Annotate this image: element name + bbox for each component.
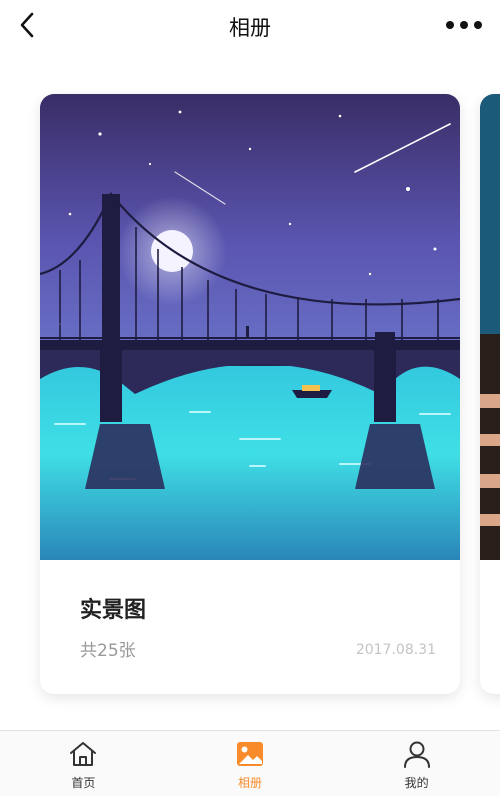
album-photo-count: 共25张: [80, 641, 136, 661]
album-date: 2017.08.31: [355, 642, 436, 658]
album-carousel: 实景图 共25张 2017.08.31: [0, 52, 500, 730]
album-icon: [237, 742, 263, 766]
album-card[interactable]: 实景图 共25张 2017.08.31: [40, 94, 460, 694]
nav-bar: 相册: [0, 0, 500, 52]
tab-home-label: 首页: [71, 776, 96, 790]
next-album-card-peek[interactable]: [480, 94, 500, 694]
tab-album-label: 相册: [238, 776, 263, 790]
album-card-footer: 实景图 共25张 2017.08.31: [40, 560, 460, 694]
page-title: 相册: [229, 16, 271, 40]
tab-profile-label: 我的: [404, 776, 429, 790]
more-dots-icon: [446, 21, 454, 29]
more-button[interactable]: [446, 12, 482, 38]
tab-profile[interactable]: 我的: [333, 731, 500, 796]
album-cover-image: [40, 94, 460, 560]
tab-home[interactable]: 首页: [0, 731, 167, 796]
bottom-tab-bar: 首页 相册 我的: [0, 730, 500, 796]
home-icon: [70, 742, 97, 766]
album-title: 实景图: [80, 598, 147, 623]
tab-album[interactable]: 相册: [167, 731, 334, 796]
user-icon: [403, 741, 430, 768]
next-album-cover-image: [480, 94, 500, 560]
